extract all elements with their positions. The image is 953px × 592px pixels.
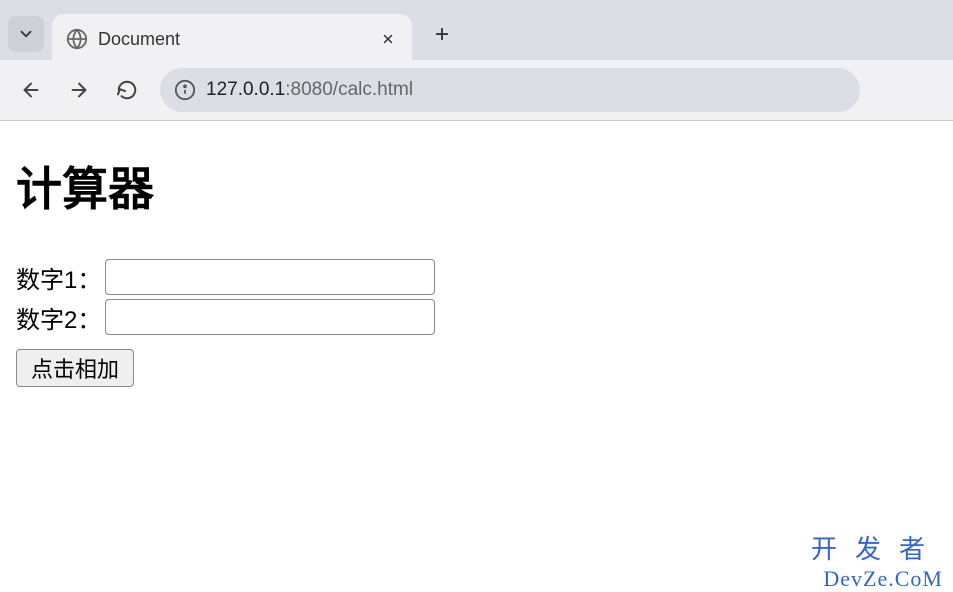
reload-button[interactable] [106,69,148,111]
label-number-1: 数字1： [16,260,101,295]
forward-button[interactable] [58,69,100,111]
form-row-2: 数字2： [16,299,937,335]
browser-tab[interactable]: Document [52,14,412,64]
tab-bar: Document [0,0,953,60]
chevron-down-icon [17,25,35,43]
watermark: 开发者 DevZe.CoM [811,534,943,592]
watermark-line-2: DevZe.CoM [811,566,943,592]
url-host: 127.0.0.1 [206,79,285,100]
form-row-1: 数字1： [16,259,937,295]
add-button[interactable]: 点击相加 [16,349,134,387]
back-button[interactable] [10,69,52,111]
page-content: 计算器 数字1： 数字2： 点击相加 开发者 DevZe.CoM [0,121,953,592]
info-icon[interactable] [174,79,196,101]
url-text: 127.0.0.1:8080/calc.html [206,79,413,101]
label-number-2: 数字2： [16,300,101,335]
new-tab-button[interactable] [424,16,460,52]
address-bar[interactable]: 127.0.0.1:8080/calc.html [160,68,860,112]
url-path: :8080/calc.html [285,79,413,100]
close-icon [381,32,395,46]
search-tabs-button[interactable] [8,16,44,52]
tab-title: Document [98,29,368,50]
nav-bar: 127.0.0.1:8080/calc.html [0,60,953,120]
arrow-left-icon [20,79,42,101]
tab-close-button[interactable] [378,29,398,49]
watermark-line-1: 开发者 [811,534,943,565]
input-number-1[interactable] [105,259,435,295]
browser-chrome: Document [0,0,953,121]
arrow-right-icon [68,79,90,101]
input-number-2[interactable] [105,299,435,335]
reload-icon [116,79,138,101]
page-title: 计算器 [16,153,937,219]
plus-icon [433,25,451,43]
globe-icon [66,28,88,50]
